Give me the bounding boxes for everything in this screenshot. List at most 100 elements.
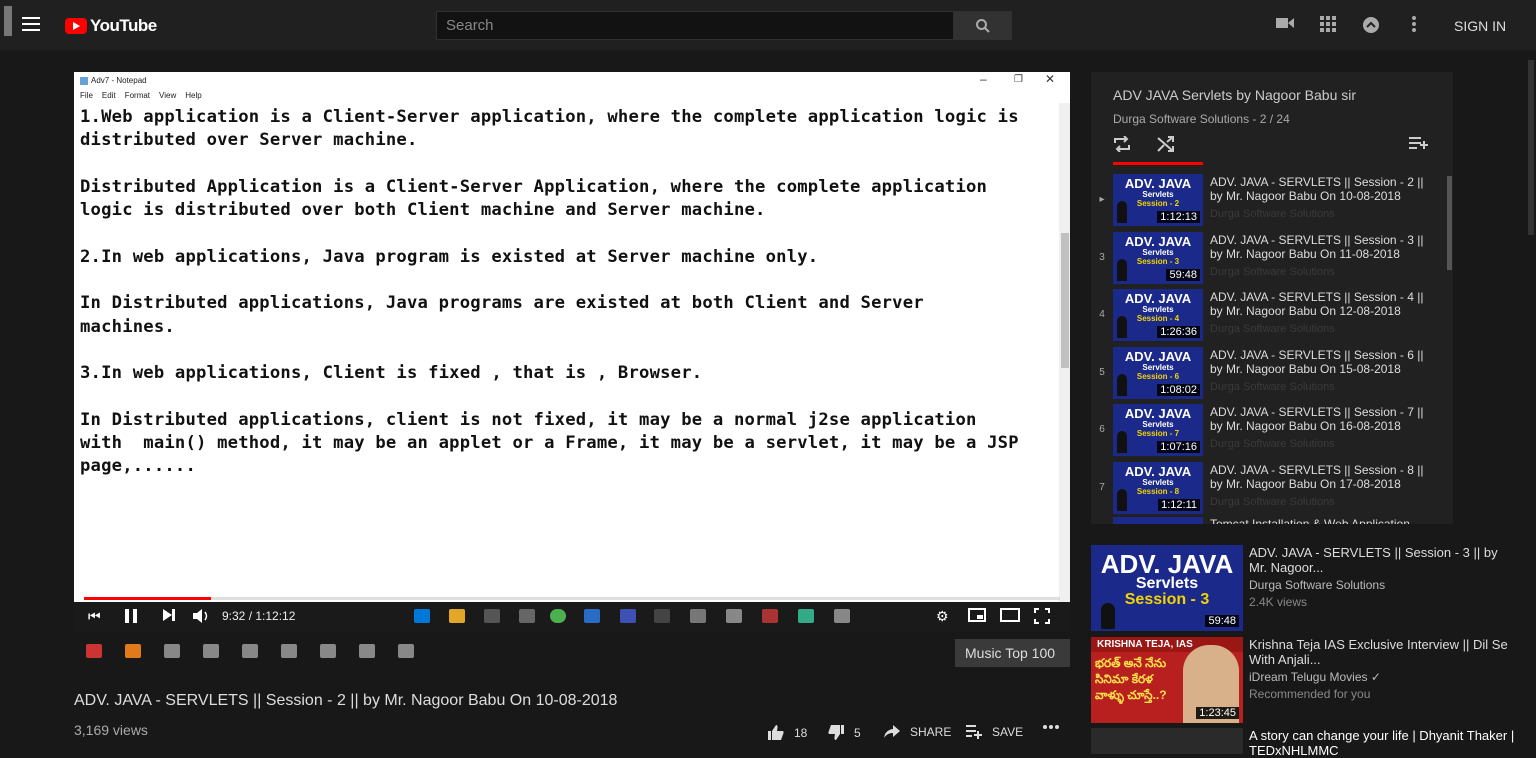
loop-icon[interactable] [281,644,297,658]
related-video[interactable]: A story can change your life | Dhyanit T… [1091,728,1531,758]
presenter-image [1101,603,1115,629]
next-icon [163,609,175,621]
theater-mode-icon[interactable] [1000,608,1020,625]
menu-icon[interactable] [22,17,40,31]
app-icon [620,609,636,623]
video-thumbnail[interactable]: ADV. JAVA Servlets Session - 2 1:12:13 [1113,174,1203,226]
presenter-image [1117,201,1127,223]
globe-icon[interactable] [359,644,375,658]
presenter-image [1117,488,1127,511]
page-scrollbar[interactable] [1528,60,1534,235]
camera-icon[interactable] [398,644,414,658]
related-title[interactable]: ADV. JAVA - SERVLETS || Session - 3 || b… [1249,545,1519,575]
volume-icon [193,609,208,623]
music-chip[interactable]: Music Top 100 [955,639,1070,667]
playlist-item-title[interactable]: ADV. JAVA - SERVLETS || Session - 8 || b… [1210,463,1438,491]
playlist-item-title[interactable]: ADV. JAVA - SERVLETS || Session - 3 || b… [1210,233,1438,261]
fullscreen-icon[interactable] [1034,608,1050,627]
film-icon[interactable] [203,644,219,658]
rss-icon[interactable] [125,644,141,658]
previous-icon[interactable]: ⏮ [88,608,101,625]
thumb-telugu-text: భరత్ అనే నేను సినిమా కేరళ వాళ్ళు చూస్తే.… [1095,656,1167,702]
extension-toolbar [86,644,437,662]
volume-button[interactable] [192,608,210,627]
playlist-panel: ADV JAVA Servlets by Nagoor Babu sir Dur… [1091,72,1453,524]
thumb-brand: ADV. JAVA [1124,348,1192,364]
top-bar: YouTube Search SIGN IN [0,0,1536,50]
playlist-item[interactable]: 6 ADV. JAVA Servlets Session - 7 1:07:16 ADV.… [1091,402,1453,460]
playlist-item-title[interactable]: ADV. JAVA - SERVLETS || Session - 2 || b… [1210,175,1438,203]
playlist-index: 7 [1099,481,1105,493]
playlist-item-title[interactable]: Tomcat Installation & Web Application [1210,517,1438,524]
apps-icon[interactable] [1320,16,1336,37]
video-thumbnail[interactable]: ADV. JAVA Servlets Session - 7 1:07:16 [1113,404,1203,456]
playlist-item-channel: Durga Software Solutions [1210,265,1335,278]
video-thumbnail[interactable]: ADV. JAVA Servlets Session - 8 1:12:11 [1113,461,1203,514]
presenter-image [1117,258,1127,281]
next-button[interactable] [162,608,176,625]
playlist-item[interactable]: 4 ADV. JAVA Servlets Session - 4 1:26:36 ADV.… [1091,287,1453,345]
playlist-index: 6 [1099,424,1105,435]
playlist-scrollbar[interactable] [1447,176,1452,270]
related-channel[interactable]: Durga Software Solutions [1249,578,1385,592]
progress-bar[interactable] [84,597,1060,600]
playlist-items: ▸ ADV. JAVA Servlets Session - 2 1:12:13 ADV.… [1091,172,1453,524]
extension-icon[interactable] [86,644,102,658]
window-edge [4,6,12,36]
duration-badge: 1:12:13 [1157,211,1200,223]
more-actions-icon[interactable] [1043,725,1059,729]
shuffle-icon[interactable] [1157,136,1175,157]
related-video[interactable]: KRISHNA TEJA, IAS భరత్ అనే నేను సినిమా క… [1091,637,1531,725]
playlist-menu-icon[interactable] [1409,136,1429,155]
playlist-item-channel: Durga Software Solutions [1210,438,1335,450]
like-button[interactable]: 18 [768,725,807,740]
share-button[interactable]: SHARE [884,725,951,739]
playlist-item[interactable]: Tomcat Installation & Web Application [1091,517,1453,524]
playlist-item-title[interactable]: ADV. JAVA - SERVLETS || Session - 4 || b… [1210,290,1438,318]
settings-icon[interactable]: ⚙ [936,608,949,625]
video-player[interactable]: Adv7 - Notepad – ❐ ✕ File Edit Format Vi… [74,72,1070,632]
video-thumbnail[interactable] [1113,517,1203,524]
related-channel[interactable]: iDream Telugu Movies ✓ [1249,670,1381,684]
playlist-item[interactable]: 7 ADV. JAVA Servlets Session - 8 1:12:11 ADV.… [1091,460,1453,518]
video-thumbnail[interactable]: ADV. JAVA Servlets Session - 3 59:48 [1091,545,1243,631]
messages-icon[interactable] [1362,16,1380,39]
video-title: ADV. JAVA - SERVLETS || Session - 2 || b… [74,692,618,709]
share-label: SHARE [910,725,952,739]
playlist-item[interactable]: 3 ADV. JAVA Servlets Session - 3 59:48 ADV. J… [1091,230,1453,288]
create-video-icon[interactable] [1276,16,1294,35]
pause-icon [125,609,137,623]
notepad-title-text: Adv7 - Notepad [91,76,147,85]
video-thumbnail[interactable]: KRISHNA TEJA, IAS భరత్ అనే నేను సినిమా క… [1091,637,1243,723]
playlist-item-title[interactable]: ADV. JAVA - SERVLETS || Session - 6 || b… [1210,348,1438,376]
pause-button[interactable] [124,608,138,627]
playlist-item-title[interactable]: ADV. JAVA - SERVLETS || Session - 7 || b… [1210,405,1438,433]
dislike-button[interactable]: 5 [828,725,861,740]
related-video[interactable]: ADV. JAVA Servlets Session - 3 59:48 ADV… [1091,545,1531,633]
filter-icon[interactable] [320,644,336,658]
miniplayer-icon[interactable] [968,608,986,625]
related-title[interactable]: Krishna Teja IAS Exclusive Interview || … [1249,637,1519,667]
gear-icon[interactable] [164,644,180,658]
playlist-title[interactable]: ADV JAVA Servlets by Nagoor Babu sir [1113,87,1356,103]
more-options-icon[interactable] [1412,16,1416,37]
sign-in-button[interactable]: SIGN IN [1454,18,1506,34]
video-thumbnail[interactable]: ADV. JAVA Servlets Session - 4 1:26:36 [1113,289,1203,341]
screen-icon[interactable] [242,644,258,658]
loop-icon[interactable] [1113,135,1131,157]
playlist-item[interactable]: ▸ ADV. JAVA Servlets Session - 2 1:12:13 ADV.… [1091,172,1453,230]
playlist-channel[interactable]: Durga Software Solutions [1113,112,1249,126]
playlist-index: 5 [1099,366,1105,378]
video-thumbnail[interactable]: ADV. JAVA Servlets Session - 6 1:08:02 [1113,346,1203,399]
notepad-icon [80,76,88,85]
video-thumbnail[interactable] [1091,728,1243,754]
app-icon [654,609,670,623]
youtube-logo[interactable]: YouTube [65,16,157,36]
playlist-item[interactable]: 5 ADV. JAVA Servlets Session - 6 1:08:02 ADV.… [1091,345,1453,403]
presenter-image [1117,373,1127,396]
search-input[interactable]: Search [436,11,954,40]
search-button[interactable] [953,11,1012,40]
menu-format: Format [124,91,151,100]
video-thumbnail[interactable]: ADV. JAVA Servlets Session - 3 59:48 [1113,231,1203,284]
save-button[interactable]: SAVE [966,725,1023,739]
